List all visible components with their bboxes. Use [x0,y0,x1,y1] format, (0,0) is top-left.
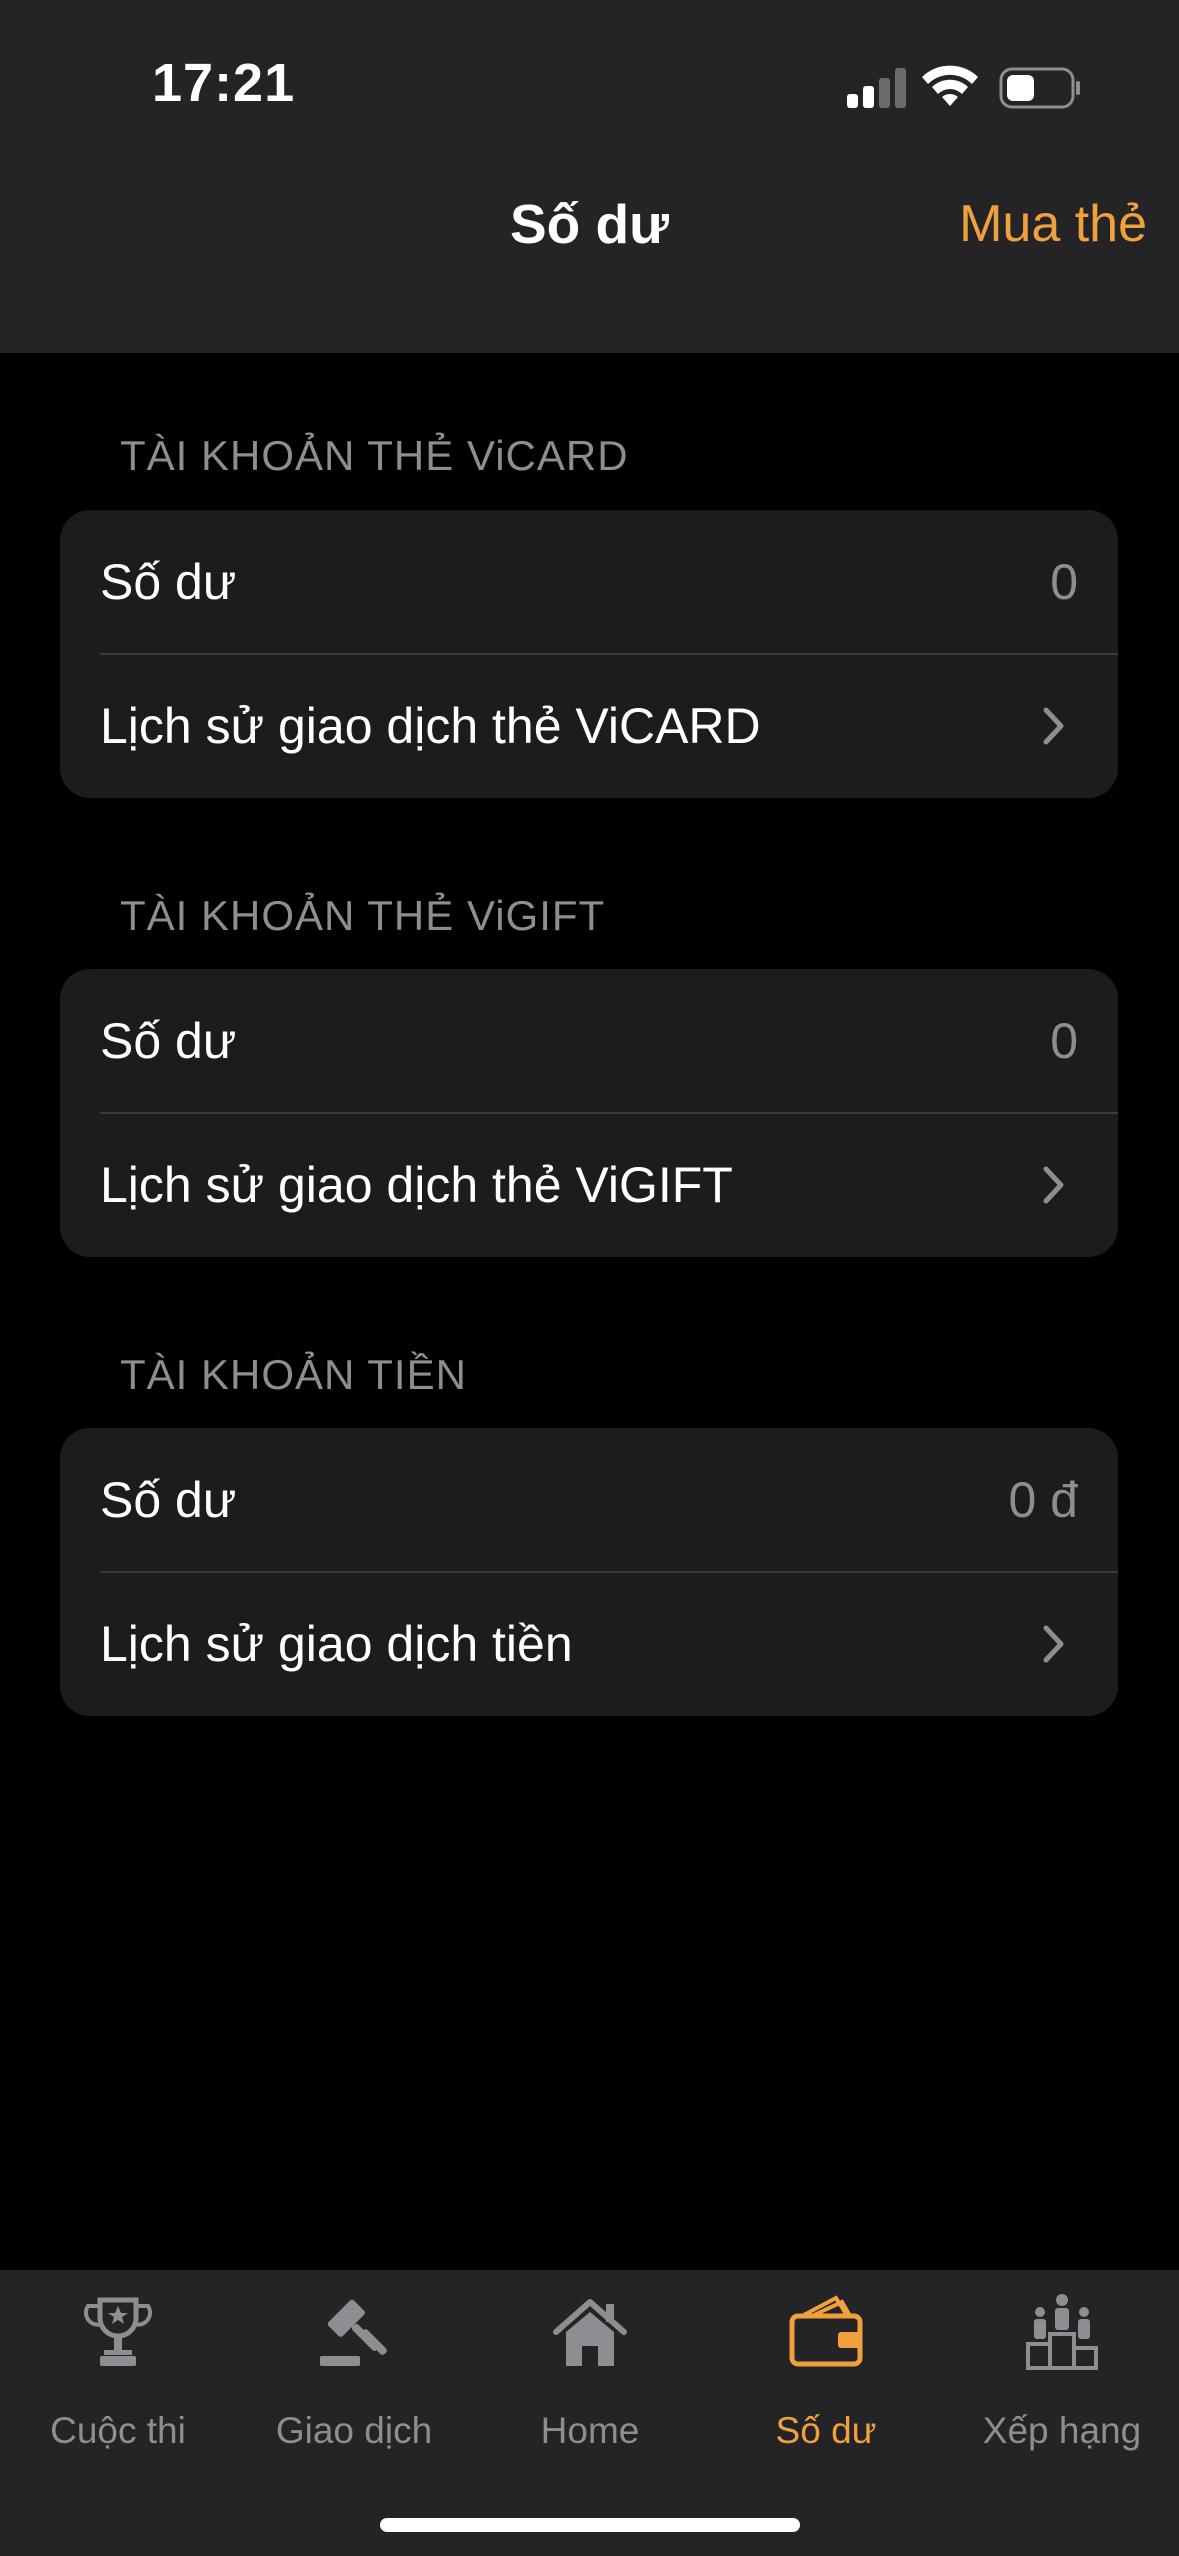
section-header-money: TÀI KHOẢN TIỀN [120,1351,467,1398]
battery-icon [999,67,1080,109]
vigift-history-row[interactable]: Lịch sử giao dịch thẻ ViGIFT [60,1113,1118,1257]
navigation-bar: 17:21 Số dư Mua thẻ [0,0,1179,353]
tab-home[interactable]: Home [472,2270,708,2470]
history-label: Lịch sử giao dịch thẻ ViCARD [100,698,761,754]
ranking-icon [1026,2294,1098,2370]
balance-value: 0 [1050,554,1078,610]
tab-ranking[interactable]: Xếp hạng [944,2270,1179,2470]
status-icons [840,60,1080,116]
tab-label: Xếp hạng [982,2410,1142,2451]
home-indicator [380,2518,800,2532]
money-balance-row: Số dư 0 đ [60,1428,1118,1573]
cellular-signal-icon [847,68,906,108]
tab-balance[interactable]: Số dư [708,2270,944,2470]
tab-label: Giao dịch [275,2410,433,2451]
buy-card-button[interactable]: Mua thẻ [959,194,1147,254]
vicard-account-card: Số dư 0 Lịch sử giao dịch thẻ ViCARD [60,510,1118,798]
balance-label: Số dư [100,1013,237,1069]
vicard-balance-row: Số dư 0 [60,510,1118,655]
vigift-account-card: Số dư 0 Lịch sử giao dịch thẻ ViGIFT [60,969,1118,1257]
tab-bar: Cuộc thi Giao dịch Home Số dư Xếp hạng [0,2270,1179,2556]
tab-label: Cuộc thi [50,2410,186,2451]
chevron-right-icon [1043,1166,1064,1204]
balance-label: Số dư [100,554,237,610]
money-account-card: Số dư 0 đ Lịch sử giao dịch tiền [60,1428,1118,1716]
chevron-right-icon [1043,1625,1064,1663]
wifi-icon [922,65,978,106]
home-icon [553,2299,627,2366]
tab-transactions[interactable]: Giao dịch [236,2270,472,2470]
section-header-vicard: TÀI KHOẢN THẺ ViCARD [120,432,629,479]
history-label: Lịch sử giao dịch thẻ ViGIFT [100,1157,733,1213]
balance-value: 0 đ [1008,1472,1078,1528]
history-label: Lịch sử giao dịch tiền [100,1616,573,1672]
chevron-right-icon [1043,707,1064,745]
tab-label: Số dư [775,2410,877,2451]
section-header-vigift: TÀI KHOẢN THẺ ViGIFT [120,892,606,939]
tab-contest[interactable]: Cuộc thi [0,2270,236,2470]
trophy-icon [84,2297,152,2366]
vigift-balance-row: Số dư 0 [60,969,1118,1114]
gavel-icon [320,2299,387,2366]
money-history-row[interactable]: Lịch sử giao dịch tiền [60,1572,1118,1716]
wallet-icon [789,2295,863,2367]
balance-label: Số dư [100,1472,237,1528]
tab-label: Home [540,2410,640,2451]
status-time: 17:21 [152,53,296,113]
vicard-history-row[interactable]: Lịch sử giao dịch thẻ ViCARD [60,654,1118,798]
balance-value: 0 [1050,1013,1078,1069]
